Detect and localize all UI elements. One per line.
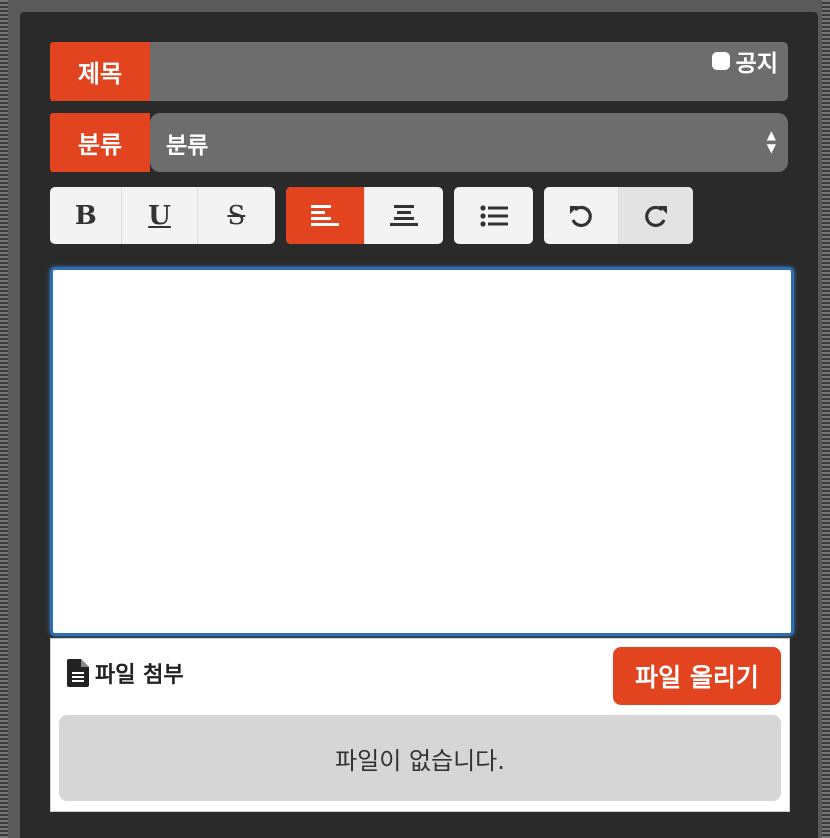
upload-file-button[interactable]: 파일 올리기 [613,647,781,705]
bold-button[interactable]: B [50,187,123,244]
category-label: 분류 [50,113,150,172]
align-left-button[interactable] [286,187,365,244]
category-select[interactable]: 분류 ▲ ▼ [150,113,788,172]
no-file-message: 파일이 없습니다. [59,715,781,801]
underline-button[interactable]: U [122,187,198,244]
checkbox-icon[interactable] [711,52,730,70]
redo-button[interactable] [618,187,693,244]
title-label: 제목 [50,42,150,101]
attachment-title: 파일 첨부 [95,663,184,688]
bulleted-list-button[interactable] [454,187,533,244]
align-group [286,187,443,244]
left-edge [0,0,8,838]
category-row: 분류 분류 ▲ ▼ [50,113,788,172]
title-input[interactable]: 공지 [150,42,788,101]
text-style-group: B U S [50,187,275,244]
align-left-icon [310,204,339,226]
notice-checkbox[interactable]: 공지 [711,44,778,78]
redo-icon [644,205,667,227]
attachment-header: 파일 첨부 [67,657,184,689]
history-group [544,187,693,244]
bulleted-list-icon [479,204,508,227]
attachment-section: 파일 첨부 파일 올리기 파일이 없습니다. [50,638,790,812]
align-center-icon [389,204,418,226]
undo-icon [569,205,592,227]
content-editor[interactable] [50,267,794,636]
list-group [454,187,533,244]
right-edge [822,0,830,838]
write-panel: 제목 공지 분류 분류 ▲ ▼ B U S 파일 첨부 파일 올리기 파일이 없… [20,12,818,838]
align-center-button[interactable] [365,187,444,244]
title-row: 제목 공지 [50,42,788,101]
document-icon [67,659,89,687]
strikethrough-button[interactable]: S [198,187,275,244]
category-selected: 분류 [166,132,209,159]
notice-label: 공지 [735,51,778,77]
select-arrows-icon: ▲ ▼ [766,128,776,155]
undo-button[interactable] [544,187,619,244]
